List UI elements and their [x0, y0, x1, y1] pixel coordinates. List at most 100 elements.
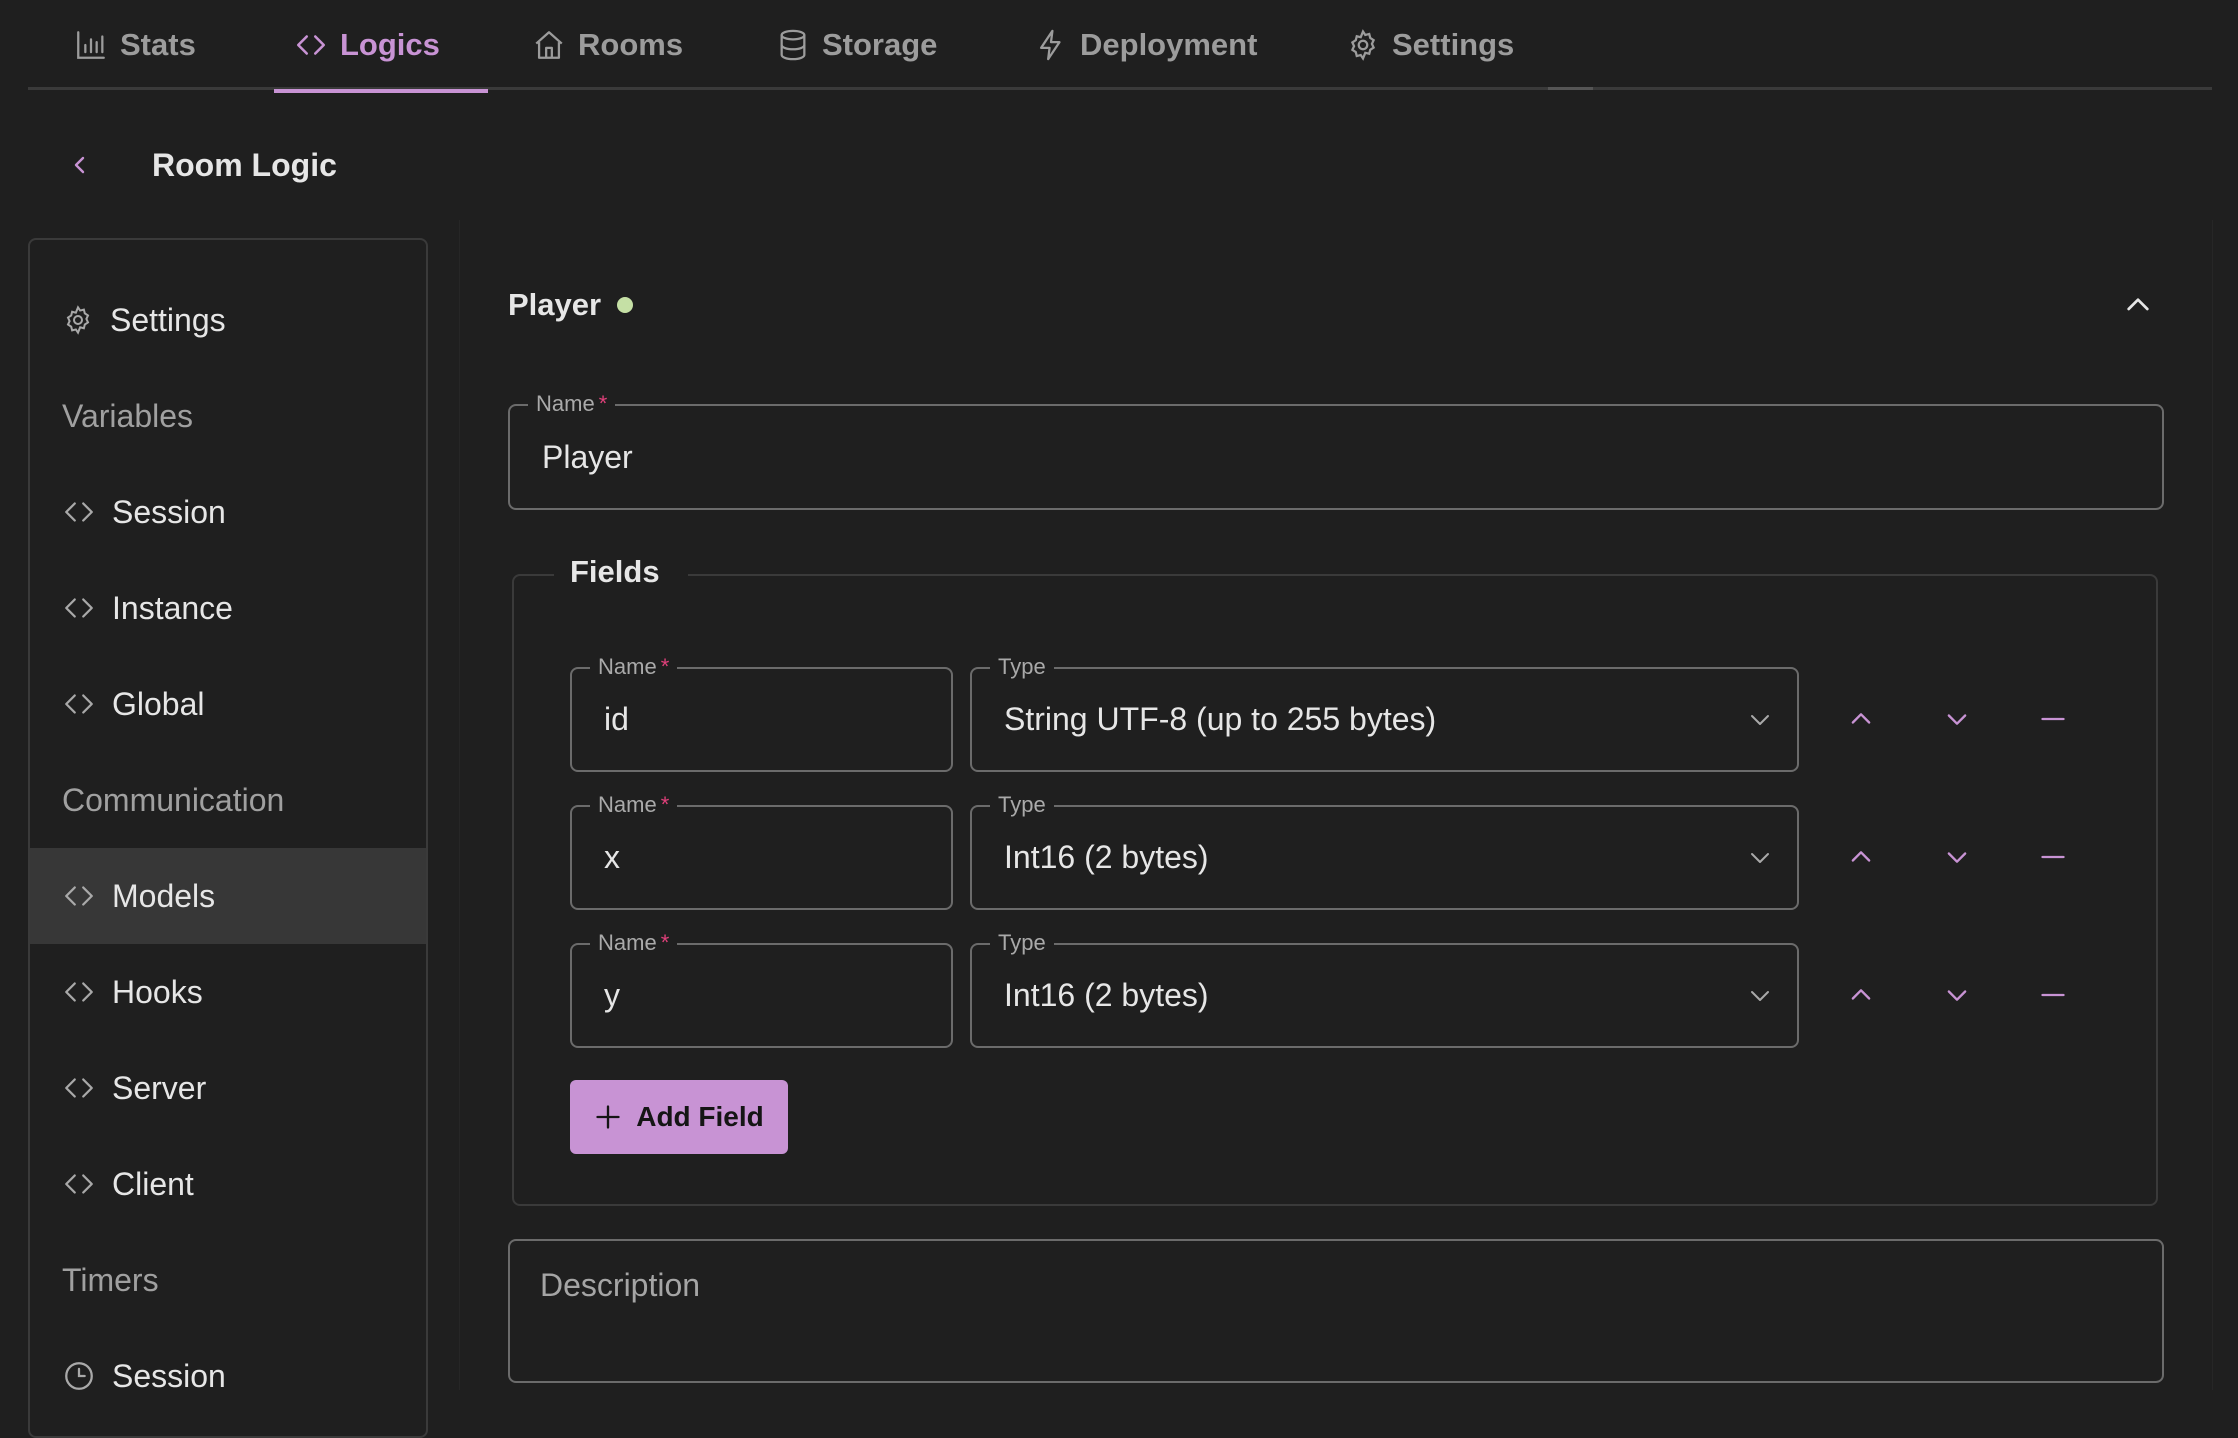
remove-field-button[interactable]: [2023, 689, 2083, 749]
sidebar-item-session-variables[interactable]: Session: [30, 464, 426, 560]
sidebar-item-global[interactable]: Global: [30, 656, 426, 752]
field-name-input[interactable]: [604, 669, 883, 770]
sidebar-item-label: Models: [112, 877, 216, 914]
move-down-button[interactable]: [1927, 689, 1987, 749]
minus-icon: [2037, 981, 2069, 1009]
model-name-input[interactable]: [542, 406, 2094, 508]
tab-label: Logics: [340, 27, 440, 62]
collapse-button[interactable]: [2118, 285, 2158, 325]
field-type-select[interactable]: Type Int16 (2 bytes): [970, 792, 1799, 910]
field-name-input[interactable]: [604, 807, 883, 908]
status-indicator: [617, 297, 634, 313]
model-title: Player: [508, 287, 602, 322]
active-tab-indicator: [274, 89, 488, 93]
chevron-down-icon: [1745, 708, 1775, 732]
tab-deployment[interactable]: Deployment: [1034, 0, 1257, 90]
sidebar-item-label: Hooks: [112, 973, 203, 1010]
sidebar-item-instance[interactable]: Instance: [30, 560, 426, 656]
minus-icon: [2037, 705, 2069, 733]
sidebar-item-label: Session: [112, 1357, 226, 1394]
move-up-button[interactable]: [1831, 827, 1891, 887]
tab-logics[interactable]: Logics: [274, 0, 488, 93]
gear-icon: [1346, 28, 1380, 62]
page-title: Room Logic: [152, 146, 337, 183]
top-tab-bar: Stats Logics Rooms Storage Deployment Se…: [28, 0, 2212, 93]
add-field-button[interactable]: Add Field: [570, 1080, 788, 1154]
code-icon: [62, 591, 96, 625]
field-type-select[interactable]: Type Int16 (2 bytes): [970, 930, 1799, 1048]
chevron-down-icon: [1943, 705, 1971, 733]
sidebar-item-label: Instance: [112, 589, 233, 626]
field-row-actions: [1831, 689, 2119, 749]
remove-field-button[interactable]: [2023, 965, 2083, 1025]
add-field-label: Add Field: [636, 1101, 764, 1132]
tab-label: Deployment: [1080, 27, 1258, 62]
field-row-actions: [1831, 827, 2119, 887]
description-field: [508, 1239, 2164, 1383]
move-down-button[interactable]: [1927, 827, 1987, 887]
content-divider: [459, 220, 460, 1390]
tab-stats[interactable]: Stats: [74, 0, 196, 90]
fields-legend: Fields: [554, 554, 688, 590]
chevron-down-icon: [1943, 843, 1971, 871]
chevron-up-icon: [1847, 705, 1875, 733]
remove-field-button[interactable]: [2023, 827, 2083, 887]
home-icon: [532, 28, 566, 62]
tab-rooms[interactable]: Rooms: [532, 0, 683, 90]
field-row-actions: [1831, 965, 2119, 1025]
tab-label: Rooms: [578, 27, 684, 62]
sidebar-item-label: Settings: [110, 301, 226, 338]
move-down-button[interactable]: [1927, 965, 1987, 1025]
model-name-field: Name *: [508, 391, 2164, 510]
logic-sidebar: Settings Variables Session Instance Glob…: [28, 238, 428, 1438]
tab-settings[interactable]: Settings: [1346, 0, 1514, 90]
code-icon: [62, 879, 96, 913]
sidebar-section-timers: Timers: [62, 1261, 159, 1298]
database-icon: [776, 28, 810, 62]
sidebar-section-communication: Communication: [62, 781, 285, 818]
chevron-up-icon: [2122, 289, 2154, 321]
sidebar-item-hooks[interactable]: Hooks: [30, 944, 426, 1040]
field-type-value: Int16 (2 bytes): [1004, 977, 1209, 1013]
field-name-field: Name *: [570, 654, 953, 772]
sidebar-item-settings[interactable]: Settings: [30, 272, 426, 368]
sidebar-item-session-timer[interactable]: Session: [30, 1328, 426, 1424]
page-header: Room Logic: [60, 140, 337, 190]
chevron-up-icon: [1847, 981, 1875, 1009]
field-name-field: Name *: [570, 792, 953, 910]
chevron-left-icon: [68, 153, 92, 177]
tab-storage[interactable]: Storage: [776, 0, 937, 90]
code-icon: [62, 975, 96, 1009]
sidebar-item-label: Server: [112, 1069, 207, 1106]
code-icon: [294, 28, 328, 62]
code-icon: [62, 495, 96, 529]
description-input[interactable]: [540, 1267, 2142, 1371]
tab-label: Stats: [120, 27, 196, 62]
field-type-select[interactable]: Type String UTF-8 (up to 255 bytes): [970, 654, 1799, 772]
chevron-down-icon: [1745, 984, 1775, 1008]
code-icon: [62, 1071, 96, 1105]
sidebar-item-server[interactable]: Server: [30, 1040, 426, 1136]
lightning-icon: [1034, 28, 1068, 62]
clock-icon: [62, 1359, 96, 1393]
field-name-input[interactable]: [604, 945, 883, 1046]
sidebar-section-variables: Variables: [62, 397, 194, 434]
plus-icon: [594, 1103, 622, 1131]
chevron-down-icon: [1943, 981, 1971, 1009]
sidebar-item-client[interactable]: Client: [30, 1136, 426, 1232]
back-button[interactable]: [60, 145, 100, 185]
code-icon: [62, 1167, 96, 1201]
model-header: Player: [508, 280, 2158, 330]
move-up-button[interactable]: [1831, 965, 1891, 1025]
field-name-field: Name *: [570, 930, 953, 1048]
field-type-value: String UTF-8 (up to 255 bytes): [1004, 701, 1437, 737]
code-icon: [62, 687, 96, 721]
bar-chart-icon: [74, 28, 108, 62]
move-up-button[interactable]: [1831, 689, 1891, 749]
chevron-up-icon: [1847, 843, 1875, 871]
sidebar-item-label: Global: [112, 685, 205, 722]
tab-bar-divider: [1548, 87, 1593, 90]
chevron-down-icon: [1745, 846, 1775, 870]
sidebar-item-models[interactable]: Models: [30, 848, 426, 944]
sidebar-item-label: Client: [112, 1165, 194, 1202]
